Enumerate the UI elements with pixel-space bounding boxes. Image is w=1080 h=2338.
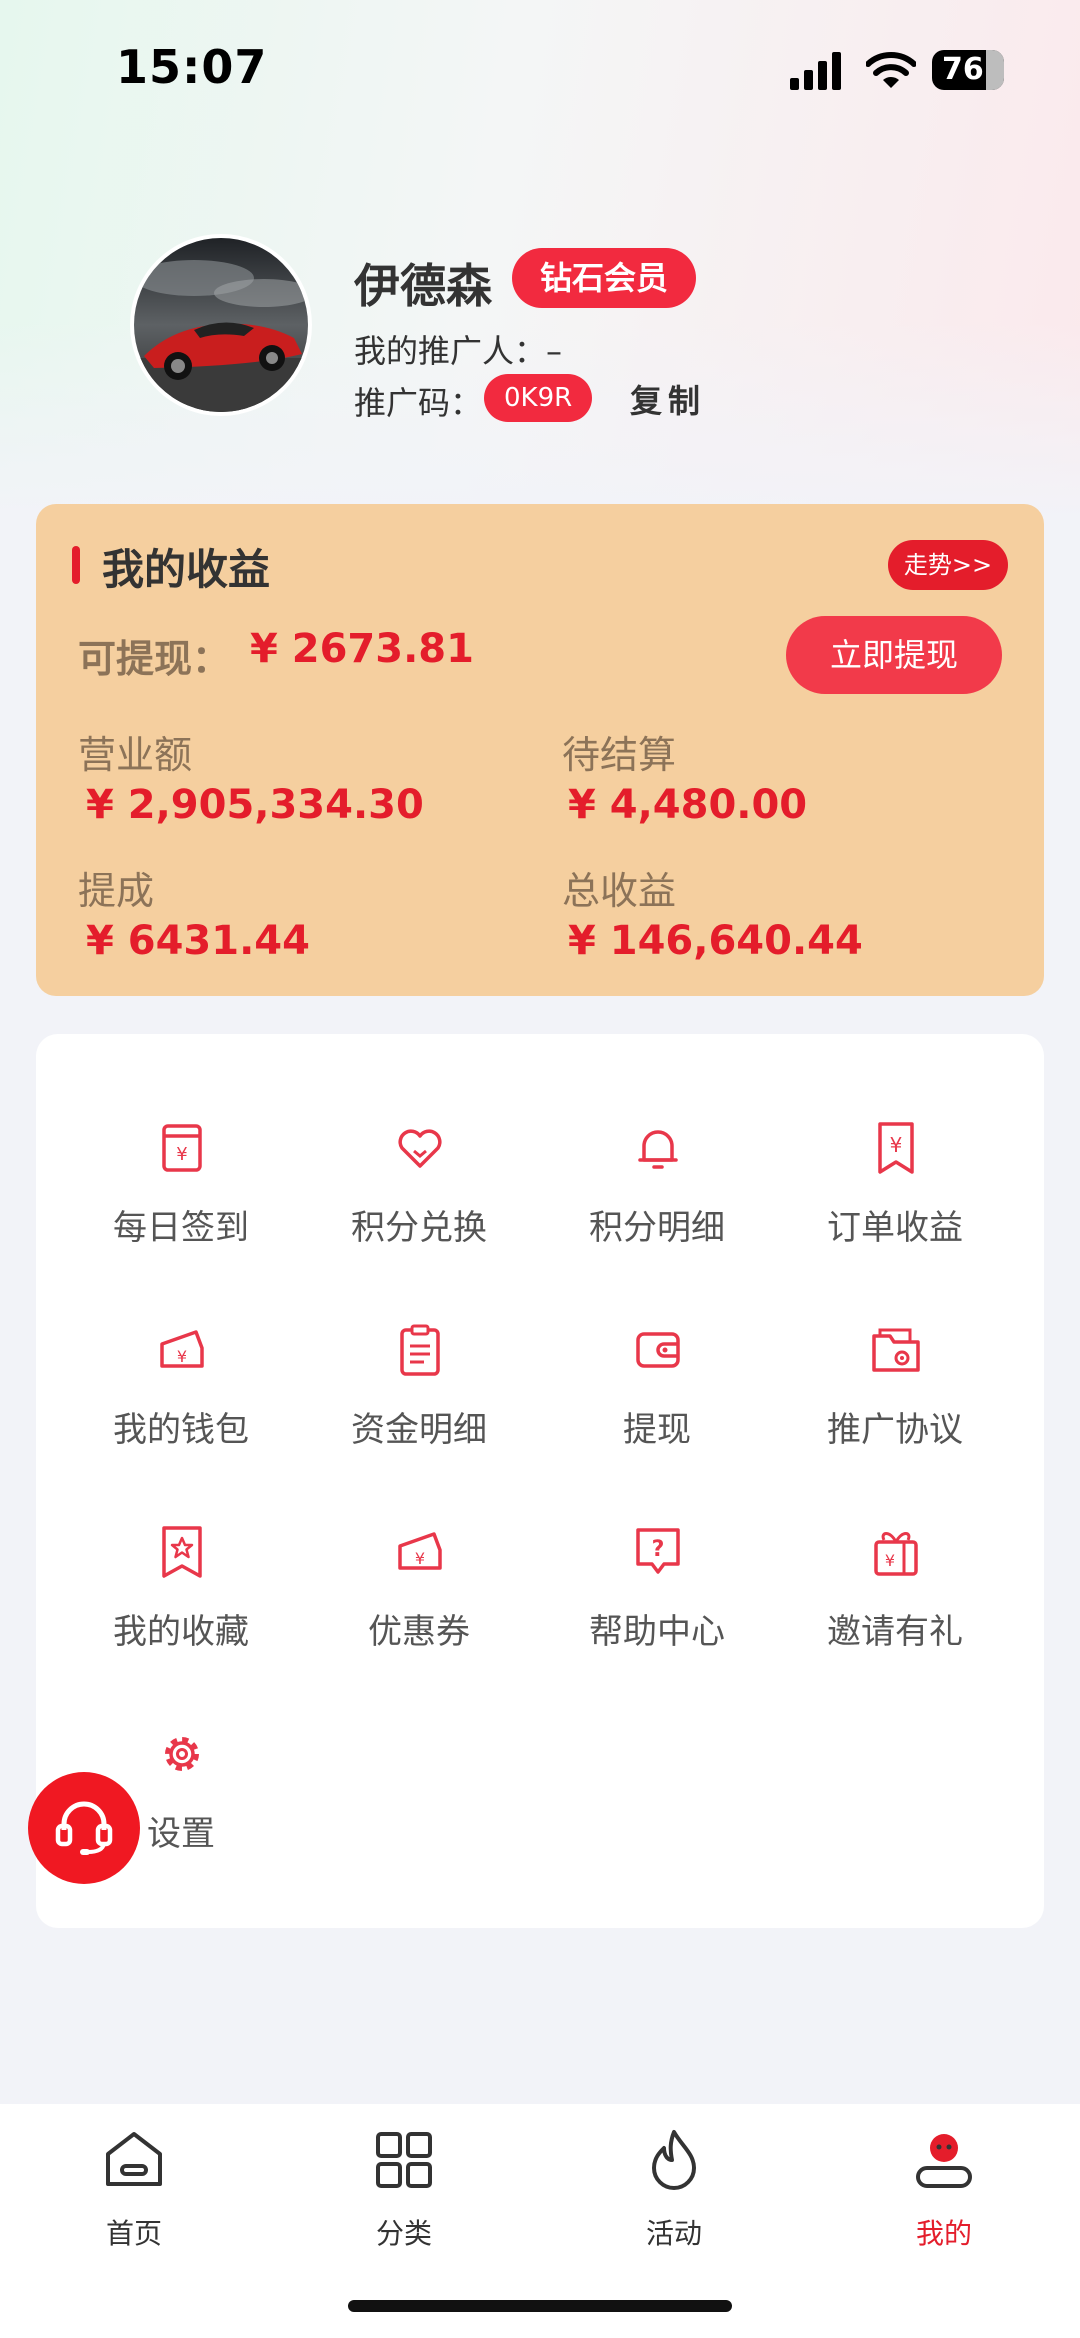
menu-item-help-center[interactable]: ? 帮助中心 [538,1504,776,1654]
avatar-car-image [134,238,308,412]
pending-value: ¥ 4,480.00 [568,782,808,828]
tab-activity[interactable]: 活动 [614,2128,734,2250]
menu-item-my-wallet[interactable]: ¥ 我的钱包 [62,1302,300,1452]
total-earnings-label: 总收益 [562,869,677,913]
menu-item-points-detail[interactable]: 积分明细 [538,1100,776,1250]
menu-label: 提现 [623,1410,691,1450]
wallet-yen-icon: ¥ [160,1330,204,1368]
menu-item-coupons[interactable]: ¥ 优惠券 [300,1504,538,1654]
tab-label: 我的 [915,2217,972,2250]
tab-label: 首页 [105,2217,162,2250]
star-bookmark-icon [162,1526,202,1578]
menu-item-promo-agreement[interactable]: 推广协议 [776,1302,1014,1452]
clipboard-icon [400,1324,440,1376]
menu-label: 我的收藏 [113,1612,249,1652]
tab-label: 活动 [645,2217,702,2250]
menu-label: 邀请有礼 [827,1612,963,1652]
user-name: 伊德森 [354,259,492,313]
withdraw-now-button[interactable]: 立即提现 [786,616,1002,694]
bookmark-yen-icon: ¥ [878,1122,914,1174]
trend-button[interactable]: 走势>> [888,540,1008,590]
menu-item-withdraw[interactable]: 提现 [538,1302,776,1452]
menu-item-favorites[interactable]: 我的收藏 [62,1504,300,1654]
title-accent-bar [72,546,80,584]
bell-icon [638,1130,678,1169]
battery-indicator: 76 [932,50,1004,90]
gift-icon: ¥ [874,1532,918,1576]
commission-label: 提成 [78,869,155,913]
menu-label: 订单收益 [827,1208,963,1248]
tab-category[interactable]: 分类 [344,2128,464,2250]
menu-label: 优惠券 [368,1612,470,1652]
menu-item-checkin[interactable]: ¥ 每日签到 [62,1100,300,1250]
earnings-card: 我的收益 走势>> 可提现： ¥ 2673.81 立即提现 营业额 ¥ 2,90… [36,504,1044,996]
menu-label: 积分明细 [589,1208,725,1248]
headset-icon [55,1801,113,1855]
copy-button[interactable]: 复制 [630,376,706,422]
withdrawable-label: 可提现： [78,637,231,681]
wifi-icon [866,52,916,88]
menu-label: 积分兑换 [351,1208,487,1248]
promo-code-label: 推广码： [354,384,483,422]
pending-label: 待结算 [562,733,677,777]
coupon-icon: ¥ [398,1532,442,1570]
svg-text:¥: ¥ [890,1133,903,1157]
flame-icon [652,2130,696,2190]
tab-home[interactable]: 首页 [74,2128,194,2250]
grid-icon [376,2132,432,2188]
customer-service-button[interactable] [28,1772,140,1884]
svg-text:¥: ¥ [176,1144,187,1165]
menu-label: 帮助中心 [589,1612,725,1652]
menu-label: 资金明细 [351,1410,487,1450]
folder-coin-icon [872,1328,920,1372]
commission-value: ¥ 6431.44 [86,918,310,964]
wallet-icon [636,1332,680,1368]
vip-badge: 钻石会员 [512,248,697,308]
status-bar: 15:07 76 [0,0,1080,140]
help-chat-icon: ? [636,1528,680,1574]
gear-icon [165,1737,199,1771]
checkin-icon: ¥ [162,1124,202,1172]
menu-item-invite-gift[interactable]: ¥ 邀请有礼 [776,1504,1014,1654]
menu-item-points-exchange[interactable]: 积分兑换 [300,1100,538,1250]
menu-label: 我的钱包 [113,1410,249,1450]
promoter-text: 我的推广人：– [354,332,563,370]
signal-icon [790,52,841,90]
menu-item-fund-detail[interactable]: 资金明细 [300,1302,538,1452]
avatar[interactable] [134,238,308,412]
tab-label: 分类 [375,2217,432,2250]
withdrawable-amount: ¥ 2673.81 [250,626,474,672]
total-earnings-value: ¥ 146,640.44 [568,918,863,964]
home-icon [106,2132,162,2186]
svg-text:¥: ¥ [177,1347,187,1366]
menu-item-order-earnings[interactable]: ¥ 订单收益 [776,1100,1014,1250]
svg-text:¥: ¥ [885,1551,895,1570]
menu-label: 推广协议 [827,1410,963,1450]
menu-label: 每日签到 [113,1208,249,1248]
home-indicator [348,2300,732,2312]
status-time: 15:07 [116,40,268,94]
revenue-value: ¥ 2,905,334.30 [86,782,424,828]
menu-grid: ¥ 每日签到 积分兑换 积分明细 ¥ 订单收益 ¥ 我的钱包 资金明细 提现 推… [36,1034,1044,1928]
revenue-label: 营业额 [78,733,193,777]
svg-text:¥: ¥ [415,1549,425,1568]
promo-code: 0K9R [484,374,593,422]
user-icon [916,2134,972,2188]
heart-icon [398,1129,442,1168]
earnings-title: 我的收益 [102,545,271,594]
svg-text:?: ? [652,1537,665,1562]
tab-mine[interactable]: 我的 [884,2128,1004,2250]
